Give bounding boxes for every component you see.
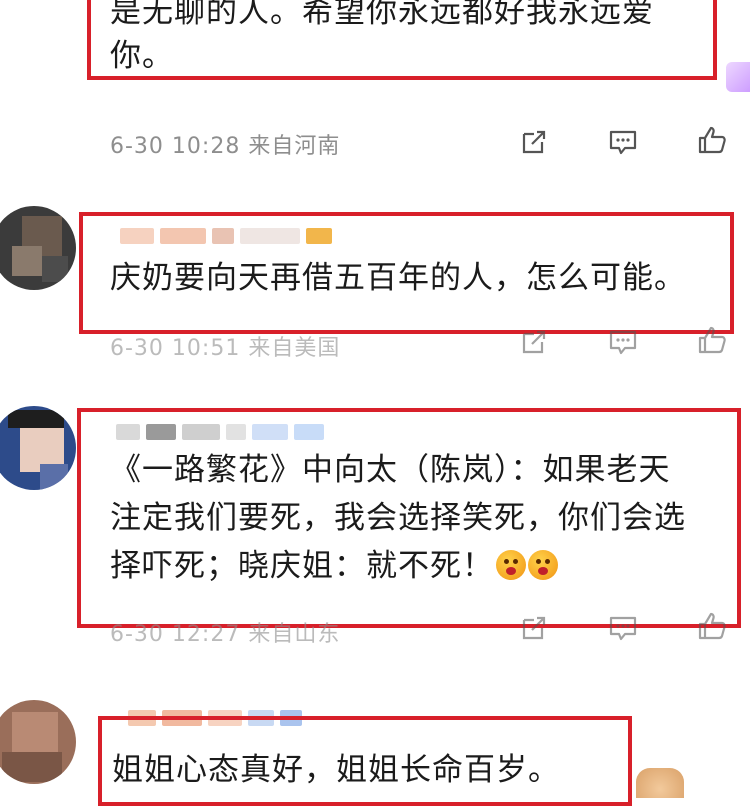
comment-3-text-line-1: 《一路繁花》中向太（陈岚）：如果老天 [110, 452, 671, 488]
comment-2-meta: 6-30 10:51 来自美国 [110, 336, 341, 361]
comment-2-text: 庆奶要向天再借五百年的人，怎么可能。 [110, 260, 686, 296]
share-icon[interactable] [518, 126, 550, 158]
share-icon[interactable] [518, 326, 550, 358]
comment-3-meta: 6-30 12:27 来自山东 [110, 622, 341, 647]
comment-1-text-line-2: 你。 [110, 38, 174, 74]
share-icon[interactable] [518, 612, 550, 644]
comment-3-text-line-3-text: 择吓死；晓庆姐：就不死！ [110, 548, 494, 584]
avatar[interactable] [0, 700, 76, 784]
comment-icon[interactable] [607, 126, 639, 158]
comment-4-text: 姐姐心态真好，姐姐长命百岁。 [112, 752, 560, 788]
avatar[interactable] [0, 406, 76, 490]
avatar[interactable] [0, 206, 76, 290]
comment-1-meta: 6-30 10:28 来自河南 [110, 134, 341, 159]
comment-1-text-line-1: 是无聊的人。希望你永远都好我永远爱 [110, 0, 654, 30]
comment-icon[interactable] [607, 612, 639, 644]
grinning-emoji-icon [528, 550, 558, 580]
thumbs-up-icon[interactable] [696, 610, 728, 642]
grinning-emoji-icon [496, 550, 526, 580]
sticker-icon [636, 768, 684, 798]
thumbs-up-icon[interactable] [696, 324, 728, 356]
badge-icon [726, 62, 750, 92]
comment-icon[interactable] [607, 326, 639, 358]
thumbs-up-icon[interactable] [696, 124, 728, 156]
comment-3-text-line-2: 注定我们要死，我会选择笑死，你们会选 [110, 500, 686, 536]
comment-3-text-line-3: 择吓死；晓庆姐：就不死！ [110, 544, 558, 588]
